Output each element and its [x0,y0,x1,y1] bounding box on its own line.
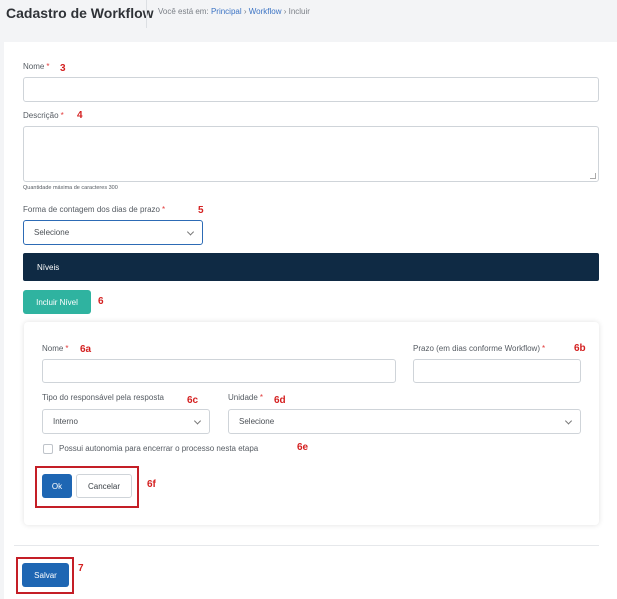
page-title: Cadastro de Workflow [6,5,154,21]
nivel-nome-label: Nome * [42,344,69,353]
required-mark: * [542,344,546,353]
niveis-title: Níveis [37,262,60,272]
nome-input[interactable] [23,77,599,102]
forma-contagem-select[interactable]: Selecione [23,220,203,245]
autonomia-checkbox[interactable] [43,444,53,454]
autonomia-label[interactable]: Possui autonomia para encerrar o process… [59,444,258,453]
required-mark: * [46,62,50,71]
forma-contagem-label: Forma de contagem dos dias de prazo * [23,205,166,214]
chevron-down-icon [564,416,573,425]
breadcrumb-prefix: Você está em: [158,7,209,16]
cancel-button[interactable]: Cancelar [76,474,132,498]
annotation-6: 6 [98,296,104,307]
breadcrumb: Você está em: Principal › Workflow › Inc… [158,7,310,16]
tipo-responsavel-select[interactable]: Interno [42,409,210,434]
breadcrumb-current: Incluir [288,7,310,16]
incluir-nivel-button[interactable]: Incluir Nível [23,290,91,314]
descricao-textarea[interactable] [23,126,599,182]
annotation-6c: 6c [187,395,199,406]
tipo-responsavel-value: Interno [53,417,78,426]
descricao-hint: Quantidade máxima de caracteres 300 [23,185,118,191]
breadcrumb-link-workflow[interactable]: Workflow [249,7,282,16]
annotation-7: 7 [78,563,84,574]
ok-button[interactable]: Ok [42,474,72,498]
annotation-6a: 6a [80,344,92,355]
chevron-down-icon [186,227,195,236]
tipo-responsavel-label: Tipo do responsável pela resposta [42,393,164,402]
breadcrumb-separator: › [281,7,289,16]
save-button[interactable]: Salvar [22,563,69,587]
divider [14,545,599,546]
breadcrumb-link-principal[interactable]: Principal [211,7,242,16]
annotation-3: 3 [60,63,66,74]
required-mark: * [161,205,166,214]
required-mark: * [60,111,64,120]
required-mark: * [65,344,69,353]
unidade-label: Unidade * [228,393,263,402]
niveis-section-header: Níveis [23,253,599,281]
unidade-select[interactable]: Selecione [228,409,581,434]
breadcrumb-separator: › [241,7,249,16]
annotation-5: 5 [198,205,204,216]
chevron-down-icon [193,416,202,425]
forma-contagem-value: Selecione [34,228,70,237]
annotation-6e: 6e [297,442,309,453]
header-divider [146,0,147,28]
prazo-label: Prazo (em dias conforme Workflow) * [413,344,546,353]
descricao-label: Descrição * [23,111,64,120]
nivel-nome-input[interactable] [42,359,396,383]
resize-handle-icon[interactable] [590,173,596,179]
annotation-6b: 6b [574,343,586,354]
nome-label: Nome * [23,62,50,71]
annotation-6f: 6f [147,479,156,490]
required-mark: * [259,393,263,402]
annotation-4: 4 [77,110,83,121]
prazo-input[interactable] [413,359,581,383]
unidade-value: Selecione [239,417,275,426]
annotation-6d: 6d [274,395,286,406]
